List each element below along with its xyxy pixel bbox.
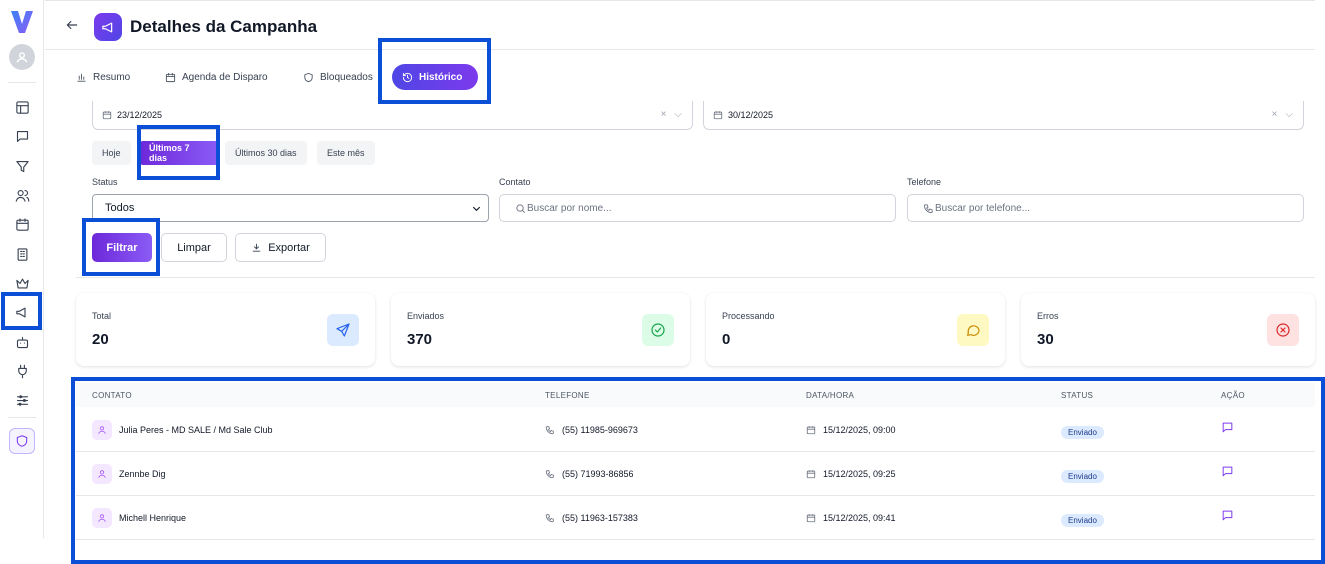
chevron-down-icon <box>472 206 481 212</box>
back-arrow-icon[interactable] <box>65 18 79 32</box>
phone-placeholder: Buscar por telefone... <box>935 202 1031 214</box>
phone-label: Telefone <box>907 177 942 187</box>
megaphone-icon <box>94 13 122 41</box>
tab-label: Bloqueados <box>320 71 373 83</box>
page-header: Detalhes da Campanha <box>45 0 1315 50</box>
stat-value: 20 <box>92 331 109 348</box>
stat-label: Total <box>92 311 112 321</box>
users-icon[interactable] <box>12 185 32 205</box>
highlight-box <box>378 38 491 104</box>
stat-label: Erros <box>1037 311 1059 321</box>
filters-panel: 23/12/2025 × ⌵ 30/12/2025 × ⌵ Hoje Últimos… <box>76 101 1315 278</box>
search-icon <box>516 203 525 213</box>
highlight-box <box>137 125 220 180</box>
check-circle-icon <box>642 314 674 346</box>
tab-bloqueados[interactable]: Bloqueados <box>293 64 383 90</box>
sidebar-divider <box>8 82 36 83</box>
date-to-field[interactable]: 30/12/2025 × ⌵ <box>703 101 1304 130</box>
calendar-icon <box>102 111 112 120</box>
phone-search-input[interactable]: Buscar por telefone... <box>907 194 1304 222</box>
stat-label: Enviados <box>407 311 445 321</box>
contact-label: Contato <box>499 177 531 187</box>
date-to-value: 30/12/2025 <box>728 110 774 120</box>
crown-icon[interactable] <box>12 273 32 293</box>
phone-icon <box>923 203 933 213</box>
x-circle-icon <box>1267 314 1299 346</box>
contact-placeholder: Buscar por nome... <box>527 202 612 214</box>
calendar-icon <box>165 72 176 82</box>
app-root: Detalhes da Campanha Resumo Agenda de Di… <box>0 0 1325 564</box>
status-label: Status <box>92 177 118 187</box>
stat-value: 30 <box>1037 331 1054 348</box>
tab-label: Agenda de Disparo <box>182 71 268 83</box>
range-30-days-button[interactable]: Últimos 30 dias <box>225 141 307 165</box>
range-hoje-button[interactable]: Hoje <box>92 141 131 165</box>
chevron-down-icon[interactable]: ⌵ <box>674 109 682 120</box>
tab-agenda[interactable]: Agenda de Disparo <box>155 64 278 90</box>
tab-label: Resumo <box>93 71 131 83</box>
page-title: Detalhes da Campanha <box>130 17 318 36</box>
funnel-icon[interactable] <box>12 156 32 176</box>
clear-button[interactable]: Limpar <box>161 233 227 262</box>
building-icon[interactable] <box>12 244 32 264</box>
user-avatar[interactable] <box>9 44 35 70</box>
tab-resumo[interactable]: Resumo <box>66 64 140 90</box>
contact-search-input[interactable]: Buscar por nome... <box>499 194 896 222</box>
send-icon <box>327 314 359 346</box>
sidebar <box>0 0 44 538</box>
sliders-icon[interactable] <box>12 390 32 410</box>
highlight-box <box>82 218 160 276</box>
chat-icon[interactable] <box>12 126 32 146</box>
stat-card-enviados: Enviados 370 <box>391 293 690 366</box>
sidebar-divider <box>8 417 36 418</box>
status-value: Todos <box>105 202 135 214</box>
tab-bar: Resumo Agenda de Disparo Bloqueados Hist… <box>45 51 1315 101</box>
export-label: Exportar <box>268 241 310 254</box>
bot-icon[interactable] <box>12 332 32 352</box>
highlight-box <box>1 292 42 330</box>
calendar-icon <box>713 111 723 120</box>
download-icon <box>253 243 261 252</box>
clear-icon[interactable]: × <box>661 109 667 120</box>
highlight-box <box>71 377 1325 564</box>
bar-chart-icon <box>77 73 86 82</box>
stat-value: 0 <box>722 331 731 348</box>
stat-card-erros: Erros 30 <box>1021 293 1315 366</box>
date-from-value: 23/12/2025 <box>117 110 163 120</box>
chevron-down-icon[interactable]: ⌵ <box>1285 109 1293 120</box>
app-logo[interactable] <box>10 8 34 36</box>
message-circle-icon <box>957 314 989 346</box>
stat-value: 370 <box>407 331 433 348</box>
calendar-icon[interactable] <box>12 214 32 234</box>
plug-icon[interactable] <box>12 361 32 381</box>
range-this-month-button[interactable]: Este mês <box>317 141 375 165</box>
stat-card-total: Total 20 <box>76 293 375 366</box>
export-button[interactable]: Exportar <box>235 233 326 262</box>
stat-card-processando: Processando 0 <box>706 293 1005 366</box>
shield-icon <box>304 72 313 82</box>
stat-label: Processando <box>722 311 775 321</box>
clear-icon[interactable]: × <box>1272 109 1278 120</box>
shield-icon[interactable] <box>9 428 35 454</box>
dashboard-icon[interactable] <box>12 97 32 117</box>
